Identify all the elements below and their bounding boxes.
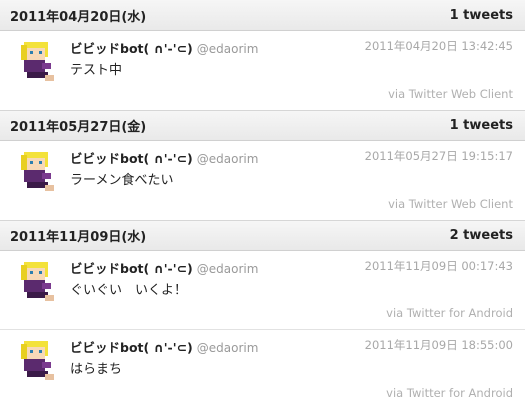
date-group: 2011年11月09日(水) 2 tweets ビビッドbot( ∩'-'⊂) @… bbox=[0, 220, 525, 409]
tweet-timestamp[interactable]: 2011年05月27日 19:15:17 bbox=[365, 148, 513, 164]
tweet-timestamp[interactable]: 2011年11月09日 00:17:43 bbox=[365, 258, 513, 274]
tweet-author[interactable]: ビビッドbot( ∩'-'⊂) @edaorim bbox=[70, 148, 258, 167]
avatar-icon[interactable] bbox=[12, 39, 60, 87]
tweet-author[interactable]: ビビッドbot( ∩'-'⊂) @edaorim bbox=[70, 337, 258, 356]
date-header: 2011年05月27日(金) 1 tweets bbox=[0, 110, 525, 141]
tweet-author[interactable]: ビビッドbot( ∩'-'⊂) @edaorim bbox=[70, 258, 258, 277]
tweet-text: テスト中 bbox=[70, 63, 123, 78]
display-name[interactable]: ビビッドbot( ∩'-'⊂) bbox=[70, 261, 193, 276]
tweet-source[interactable]: via Twitter for Android bbox=[386, 306, 513, 320]
tweet-author[interactable]: ビビッドbot( ∩'-'⊂) @edaorim bbox=[70, 38, 258, 57]
tweet-item[interactable]: ビビッドbot( ∩'-'⊂) @edaorim 2011年05月27日 19:1… bbox=[0, 141, 525, 220]
timeline: 2011年04月20日(水) 1 tweets ビビッドbot( ∩'-'⊂) @… bbox=[0, 0, 525, 409]
tweet-count: 1 tweets bbox=[449, 118, 513, 133]
tweet-timestamp[interactable]: 2011年11月09日 18:55:00 bbox=[365, 337, 513, 353]
tweet-item[interactable]: ビビッドbot( ∩'-'⊂) @edaorim 2011年11月09日 18:5… bbox=[0, 330, 525, 409]
date-label: 2011年11月09日(水) bbox=[10, 230, 147, 245]
date-group: 2011年04月20日(水) 1 tweets ビビッドbot( ∩'-'⊂) @… bbox=[0, 0, 525, 110]
tweet-timestamp[interactable]: 2011年04月20日 13:42:45 bbox=[365, 38, 513, 54]
avatar-icon[interactable] bbox=[12, 338, 60, 386]
tweet-source[interactable]: via Twitter Web Client bbox=[388, 197, 513, 211]
display-name[interactable]: ビビッドbot( ∩'-'⊂) bbox=[70, 340, 193, 355]
tweet-text: はらまち bbox=[70, 362, 123, 377]
tweet-item[interactable]: ビビッドbot( ∩'-'⊂) @edaorim 2011年11月09日 00:1… bbox=[0, 251, 525, 330]
screen-name[interactable]: @edaorim bbox=[197, 152, 259, 166]
avatar-icon[interactable] bbox=[12, 259, 60, 307]
tweet-text: ラーメン食べたい bbox=[70, 173, 174, 188]
date-header: 2011年04月20日(水) 1 tweets bbox=[0, 0, 525, 31]
date-label: 2011年04月20日(水) bbox=[10, 9, 147, 25]
date-label: 2011年05月27日(金) bbox=[10, 120, 147, 135]
screen-name[interactable]: @edaorim bbox=[197, 42, 259, 56]
tweet-item[interactable]: ビビッドbot( ∩'-'⊂) @edaorim 2011年04月20日 13:4… bbox=[0, 31, 525, 110]
display-name[interactable]: ビビッドbot( ∩'-'⊂) bbox=[70, 151, 193, 166]
tweet-text: ぐいぐい いくよ！ bbox=[70, 283, 188, 298]
screen-name[interactable]: @edaorim bbox=[197, 341, 259, 355]
display-name[interactable]: ビビッドbot( ∩'-'⊂) bbox=[70, 41, 193, 56]
date-group: 2011年05月27日(金) 1 tweets ビビッドbot( ∩'-'⊂) @… bbox=[0, 110, 525, 220]
tweet-source[interactable]: via Twitter Web Client bbox=[388, 87, 513, 101]
date-header: 2011年11月09日(水) 2 tweets bbox=[0, 220, 525, 251]
avatar-icon[interactable] bbox=[12, 149, 60, 197]
screen-name[interactable]: @edaorim bbox=[197, 262, 259, 276]
tweet-count: 2 tweets bbox=[449, 228, 513, 243]
tweet-source[interactable]: via Twitter for Android bbox=[386, 386, 513, 400]
tweet-count: 1 tweets bbox=[449, 7, 513, 23]
